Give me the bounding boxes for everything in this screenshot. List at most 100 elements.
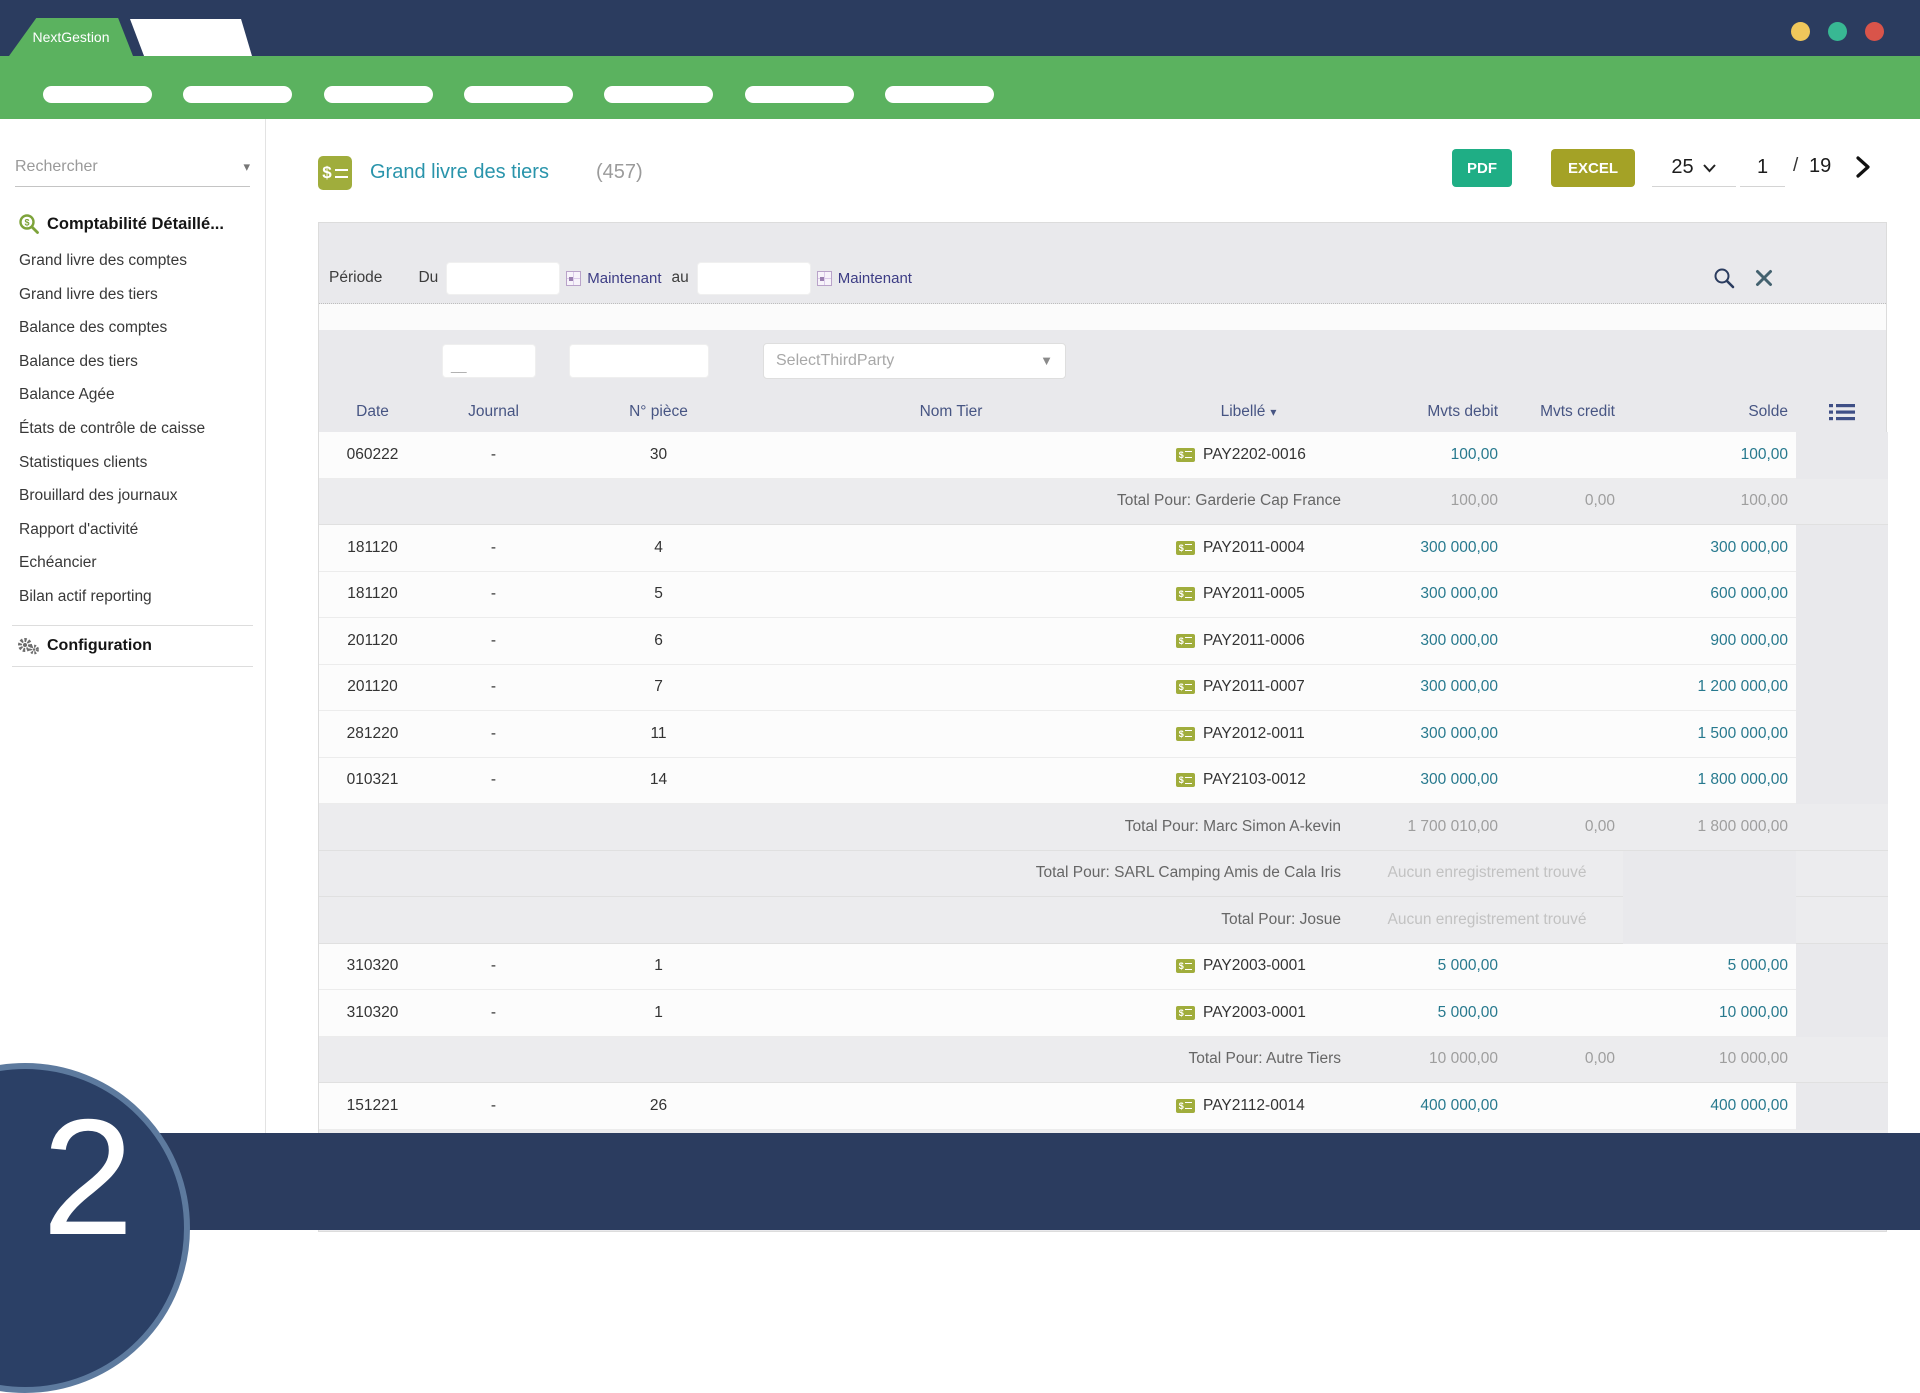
cell-libelle: $PAY2003-0001 bbox=[1146, 944, 1351, 991]
total-solde: 1 800 000,00 bbox=[1623, 804, 1796, 851]
journal-filter-input[interactable]: __ bbox=[442, 344, 536, 378]
cell-credit bbox=[1506, 432, 1623, 479]
libelle-text: PAY2003-0001 bbox=[1203, 957, 1306, 975]
nav-pill[interactable] bbox=[183, 86, 292, 103]
cell-solde: 100,00 bbox=[1623, 432, 1796, 479]
sidebar-item-bilan-actif-reporting[interactable]: Bilan actif reporting bbox=[0, 580, 265, 614]
total-label: Total Pour: Marc Simon A-kevin bbox=[319, 804, 1351, 851]
cell-gutter bbox=[1796, 432, 1888, 479]
cell-gutter bbox=[1796, 711, 1888, 758]
nav-pill[interactable] bbox=[324, 86, 433, 103]
cell-piece: 5 bbox=[561, 572, 756, 619]
sidebar-search-input[interactable]: Rechercher ▾ bbox=[15, 147, 250, 187]
table-row[interactable]: 310320-1$PAY2003-00015 000,0010 000,00 bbox=[319, 990, 1886, 1037]
total-row: Total Pour: Autre Tiers10 000,000,0010 0… bbox=[319, 1037, 1886, 1084]
calendar-icon[interactable] bbox=[566, 271, 581, 286]
column-filter-row: __ SelectThirdParty ▼ bbox=[319, 330, 1886, 391]
svg-text:$: $ bbox=[24, 218, 29, 228]
now-link-from[interactable]: Maintenant bbox=[587, 270, 661, 287]
money-list-icon: $ bbox=[318, 156, 352, 190]
table-row[interactable]: 201120-7$PAY2011-0007300 000,001 200 000… bbox=[319, 665, 1886, 712]
cell-solde: 900 000,00 bbox=[1623, 618, 1796, 665]
libelle-text: PAY2202-0016 bbox=[1203, 446, 1306, 464]
clear-filter-icon[interactable] bbox=[1754, 268, 1774, 288]
page-number-input[interactable]: 1 bbox=[1740, 149, 1785, 187]
main-content: $ Grand livre des tiers (457) PDF EXCEL … bbox=[266, 119, 1920, 1230]
sidebar-item-grand-livre-des-comptes[interactable]: Grand livre des comptes bbox=[0, 244, 265, 278]
calendar-icon[interactable] bbox=[817, 271, 832, 286]
window-dot-teal[interactable] bbox=[1828, 22, 1847, 41]
third-party-select[interactable]: SelectThirdParty ▼ bbox=[763, 343, 1066, 379]
column-header-date[interactable]: Date bbox=[319, 391, 426, 432]
cell-journal: - bbox=[426, 944, 561, 991]
sidebar-item-rapport-d-activite[interactable]: Rapport d'activité bbox=[0, 513, 265, 547]
filter-table-panel: Période Du Maintenant au Maintenant bbox=[318, 222, 1887, 1232]
table-row[interactable]: 281220-11$PAY2012-0011300 000,001 500 00… bbox=[319, 711, 1886, 758]
column-header-journal[interactable]: Journal bbox=[426, 391, 561, 432]
table-row[interactable]: 181120-5$PAY2011-0005300 000,00600 000,0… bbox=[319, 572, 1886, 619]
sidebar-item-grand-livre-des-tiers[interactable]: Grand livre des tiers bbox=[0, 278, 265, 312]
table-row[interactable]: 181120-4$PAY2011-0004300 000,00300 000,0… bbox=[319, 525, 1886, 572]
libelle-text: PAY2011-0005 bbox=[1203, 585, 1305, 603]
sidebar-item-echeancier[interactable]: Echéancier bbox=[0, 546, 265, 580]
libelle-text: PAY2011-0006 bbox=[1203, 632, 1305, 650]
sidebar-item-etats-de-controle-de-caisse[interactable]: États de contrôle de caisse bbox=[0, 412, 265, 446]
pdf-button[interactable]: PDF bbox=[1452, 149, 1512, 187]
column-header-solde[interactable]: Solde bbox=[1623, 391, 1796, 432]
column-header-mvts-credit[interactable]: Mvts credit bbox=[1506, 391, 1623, 432]
nav-pill[interactable] bbox=[885, 86, 994, 103]
page-size-select[interactable]: 25 bbox=[1652, 149, 1736, 187]
cell-piece: 1 bbox=[561, 990, 756, 1037]
total-credit: 0,00 bbox=[1506, 1037, 1623, 1084]
cell-piece: 26 bbox=[561, 1083, 756, 1130]
window-dot-red[interactable] bbox=[1865, 22, 1884, 41]
sidebar-item-balance-des-comptes[interactable]: Balance des comptes bbox=[0, 311, 265, 345]
nav-pill[interactable] bbox=[745, 86, 854, 103]
total-credit: 0,00 bbox=[1506, 804, 1623, 851]
cell-journal: - bbox=[426, 572, 561, 619]
date-to-input[interactable] bbox=[697, 262, 811, 295]
table-row[interactable]: 151221-26$PAY2112-0014400 000,00400 000,… bbox=[319, 1083, 1886, 1130]
next-page-button[interactable] bbox=[1854, 155, 1872, 184]
cell-nom-tier bbox=[756, 665, 1146, 712]
window-dot-yellow[interactable] bbox=[1791, 22, 1810, 41]
nav-pill[interactable] bbox=[604, 86, 713, 103]
list-icon[interactable] bbox=[1829, 402, 1855, 422]
sidebar-item-balance-agee[interactable]: Balance Agée bbox=[0, 378, 265, 412]
column-header-libelle[interactable]: Libellé▾ bbox=[1146, 391, 1351, 432]
cell-debit: 300 000,00 bbox=[1351, 618, 1506, 665]
table-row[interactable]: 201120-6$PAY2011-0006300 000,00900 000,0… bbox=[319, 618, 1886, 665]
sidebar-divider bbox=[12, 666, 253, 667]
sidebar-item-statistiques-clients[interactable]: Statistiques clients bbox=[0, 446, 265, 480]
payment-badge-icon: $ bbox=[1176, 541, 1195, 555]
third-party-placeholder: SelectThirdParty bbox=[764, 352, 894, 370]
table-row[interactable]: 310320-1$PAY2003-00015 000,005 000,00 bbox=[319, 944, 1886, 991]
cell-debit: 300 000,00 bbox=[1351, 572, 1506, 619]
now-link-to[interactable]: Maintenant bbox=[838, 270, 912, 287]
cell-debit: 5 000,00 bbox=[1351, 944, 1506, 991]
cell-gutter bbox=[1796, 944, 1888, 991]
nav-pill[interactable] bbox=[43, 86, 152, 103]
date-from-input[interactable] bbox=[446, 262, 560, 295]
chevron-down-icon bbox=[1702, 163, 1717, 173]
period-label: Période bbox=[329, 269, 382, 287]
column-header-mvts-debit[interactable]: Mvts debit bbox=[1351, 391, 1506, 432]
table-row[interactable]: 060222-30$PAY2202-0016100,00100,00 bbox=[319, 432, 1886, 479]
sidebar-section-title: Comptabilité Détaillé... bbox=[47, 215, 224, 234]
nav-pill[interactable] bbox=[464, 86, 573, 103]
piece-filter-input[interactable] bbox=[569, 344, 709, 378]
sidebar-item-configuration[interactable]: Configuration bbox=[0, 637, 265, 655]
sidebar-item-brouillard-des-journaux[interactable]: Brouillard des journaux bbox=[0, 479, 265, 513]
cell-gutter bbox=[1796, 525, 1888, 572]
cell-gutter bbox=[1796, 479, 1888, 526]
column-header-nom-tier[interactable]: Nom Tier bbox=[756, 391, 1146, 432]
sidebar-section-comptabilite[interactable]: $ Comptabilité Détaillé... bbox=[0, 213, 265, 235]
search-icon[interactable] bbox=[1712, 266, 1736, 290]
excel-button[interactable]: EXCEL bbox=[1551, 149, 1635, 187]
column-header-n-piece[interactable]: N° pièce bbox=[561, 391, 756, 432]
sidebar-item-balance-des-tiers[interactable]: Balance des tiers bbox=[0, 345, 265, 379]
table-row[interactable]: 010321-14$PAY2103-0012300 000,001 800 00… bbox=[319, 758, 1886, 805]
page-size-value: 25 bbox=[1671, 156, 1693, 179]
brand-tab[interactable]: NextGestion bbox=[9, 18, 133, 56]
record-count: (457) bbox=[596, 161, 643, 184]
